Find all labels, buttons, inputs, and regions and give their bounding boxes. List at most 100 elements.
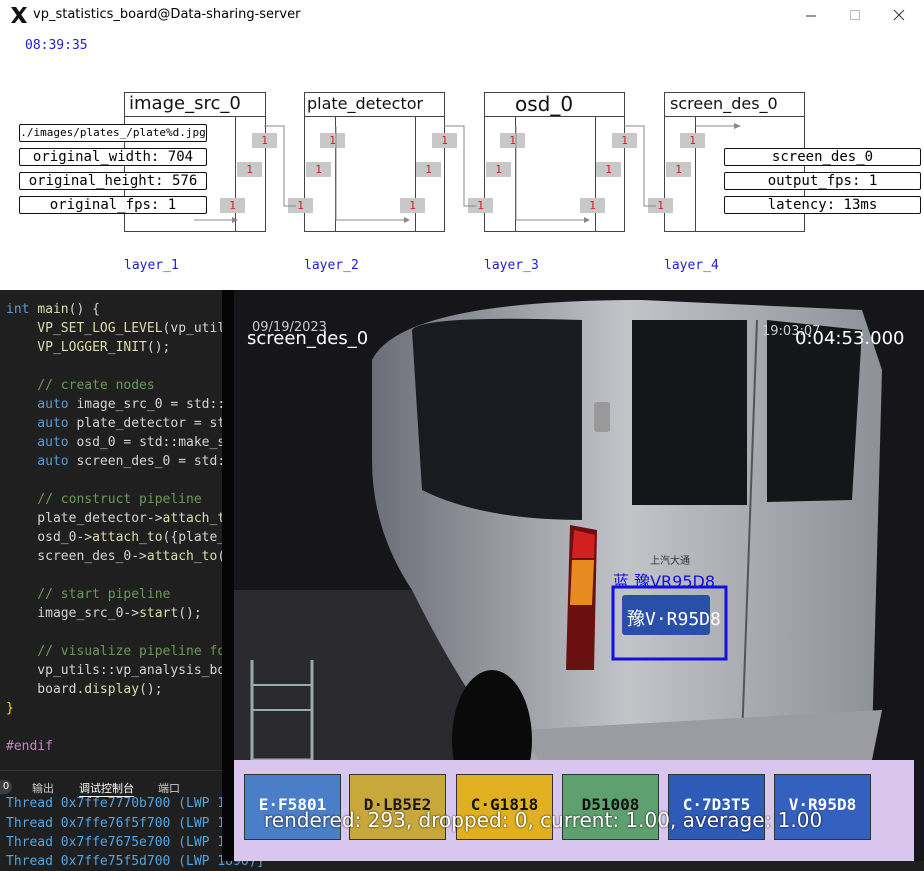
node-title: plate_detector — [307, 94, 424, 113]
close-icon[interactable] — [892, 8, 906, 22]
code-line: auto image_src_0 = std:: — [6, 395, 225, 414]
code-token: attach_t — [162, 511, 226, 526]
render-stats: rendered: 293, dropped: 0, current: 1.00… — [264, 808, 823, 832]
code-line: // visualize pipeline fo — [6, 642, 225, 661]
code-token: } — [6, 701, 14, 716]
code-line: int main() { — [6, 300, 100, 319]
code-line: VP_SET_LOG_LEVEL(vp_util — [6, 319, 225, 338]
port-queue: 1 — [486, 162, 511, 177]
code-token: (); — [139, 682, 163, 697]
code-line: osd_0->attach_to({plate_ — [6, 528, 225, 547]
node-title: screen_des_0 — [670, 94, 778, 113]
x11-logo-icon — [11, 7, 27, 23]
debug-console-output[interactable]: Thread 0x7ffe7770b700 (LWP 1 Thread 0x7f… — [0, 796, 264, 869]
code-line: screen_des_0->attach_to( — [6, 547, 225, 566]
port-output: 1 — [252, 133, 277, 148]
code-line: auto screen_des_0 = std: — [6, 452, 225, 471]
code-token: plate_detector = st — [76, 416, 226, 431]
license-plate: 豫V·R95D8 — [627, 609, 721, 630]
layer-label: layer_1 — [124, 258, 179, 273]
code-line: vp_utils::vp_analysis_bo — [6, 661, 225, 680]
code-token: screen_des_0 = std: — [76, 454, 226, 469]
code-token: display — [84, 682, 140, 697]
code-line: // construct pipeline — [6, 490, 202, 509]
code-token: auto — [6, 416, 77, 431]
code-line: #endif — [6, 737, 53, 756]
window-titlebar[interactable]: vp_statistics_board@Data-sharing-server — [0, 0, 924, 30]
config-original-fps: original_fps: 1 — [19, 196, 207, 214]
console-line: Thread 0x7ffe76f5f700 (LWP 1 — [6, 816, 226, 831]
code-token: osd_0 = std::make_s — [76, 435, 226, 450]
code-token: #endif — [6, 739, 53, 754]
port-queue: 1 — [237, 162, 262, 177]
channel-name: screen_des_0 — [247, 328, 369, 349]
layer-label: layer_3 — [484, 258, 539, 273]
code-token: ({plate_ — [162, 530, 226, 545]
code-token: () { — [68, 302, 100, 317]
code-line: // create nodes — [6, 376, 155, 395]
code-token: (); — [146, 340, 171, 355]
board-clock: 08:39:35 — [25, 38, 88, 53]
node-title: osd_0 — [515, 92, 574, 116]
port-output: 1 — [432, 133, 457, 148]
config-latency: latency: 13ms — [724, 196, 921, 214]
port-handle: 1 — [400, 198, 425, 213]
code-token: (vp_util — [162, 321, 226, 336]
code-token: VP_SET_LOG_LEVEL — [6, 321, 163, 336]
code-line: // start pipeline — [6, 585, 170, 604]
console-line: Thread 0x7ffe7770b700 (LWP 1 — [6, 796, 226, 811]
config-original-height: original_height: 576 — [19, 172, 207, 190]
code-token: // construct pipeline — [6, 492, 202, 507]
video-display: 09/19/2023 19:03:07 screen_des_0 0:04:53… — [222, 290, 924, 861]
port-input-queue: 1 — [500, 133, 525, 148]
config-output-fps: output_fps: 1 — [724, 172, 921, 190]
port-input-queue: 1 — [320, 133, 345, 148]
port-input: 1 — [288, 198, 313, 213]
port-input: 1 — [468, 198, 493, 213]
config-original-width: original_width: 704 — [19, 148, 207, 166]
minimize-icon[interactable] — [804, 8, 818, 22]
code-token: auto — [6, 435, 77, 450]
code-line: image_src_0->start(); — [6, 604, 202, 623]
maximize-icon[interactable] — [848, 8, 862, 22]
code-token: main — [37, 302, 69, 317]
port-output-queue: 1 — [596, 162, 621, 177]
port-queue: 1 — [666, 162, 691, 177]
code-token: plate_detector-> — [6, 511, 163, 526]
code-line: plate_detector->attach_t — [6, 509, 225, 528]
layer-label: layer_4 — [664, 258, 719, 273]
console-line: Thread 0x7ffe7675e700 (LWP 1 — [6, 835, 226, 850]
port-input-queue: 1 — [680, 133, 705, 148]
detection-label: 蓝 豫VR95D8 — [613, 572, 716, 591]
node-title: image_src_0 — [129, 93, 241, 114]
stream-timestamp: 0:04:53.000 — [795, 328, 905, 349]
problems-badge[interactable]: 0 — [0, 780, 12, 794]
code-token: vp_utils::vp_analysis_bo — [6, 663, 226, 678]
code-token: attach_to — [92, 530, 163, 545]
window-title: vp_statistics_board@Data-sharing-server — [33, 7, 301, 22]
code-line: VP_LOGGER_INIT(); — [6, 338, 170, 357]
layer-label: layer_2 — [304, 258, 359, 273]
code-token: image_src_0-> — [6, 606, 140, 621]
config-screen-name: screen_des_0 — [724, 148, 921, 166]
code-line: board.display(); — [6, 680, 163, 699]
code-editor[interactable]: int main() { VP_SET_LOG_LEVEL(vp_util VP… — [0, 290, 226, 770]
code-token: (); — [178, 606, 202, 621]
code-token: int — [6, 302, 38, 317]
code-line: } — [6, 699, 14, 718]
code-token: attach_to — [146, 549, 218, 564]
port-output-queue: 1 — [416, 162, 441, 177]
port-queue: 1 — [306, 162, 331, 177]
vehicle-badge: 上汽大通 — [650, 556, 690, 567]
code-token: auto — [6, 454, 77, 469]
code-token: start — [139, 606, 179, 621]
port-input: 1 — [220, 198, 245, 213]
code-token: image_src_0 = std:: — [76, 397, 226, 412]
code-line: auto plate_detector = st — [6, 414, 225, 433]
code-token: osd_0-> — [6, 530, 93, 545]
port-output: 1 — [612, 133, 637, 148]
code-token: // create nodes — [6, 378, 155, 393]
port-handle: 1 — [580, 198, 605, 213]
code-token: VP_LOGGER_INIT — [6, 340, 147, 355]
port-input: 1 — [648, 198, 673, 213]
